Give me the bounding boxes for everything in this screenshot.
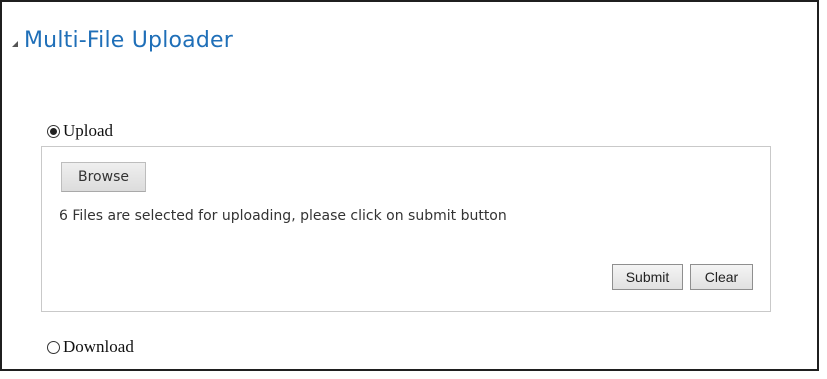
download-radio-option[interactable]: Download — [47, 337, 134, 357]
upload-radio-button[interactable] — [47, 124, 60, 138]
upload-panel: Browse 6 Files are selected for uploadin… — [41, 146, 771, 312]
radio-selected-dot-icon — [50, 127, 57, 135]
browse-button[interactable]: Browse — [61, 162, 146, 192]
clear-button[interactable]: Clear — [690, 264, 753, 290]
download-radio-label[interactable]: Download — [63, 337, 134, 357]
upload-status-text: 6 Files are selected for uploading, plea… — [59, 208, 507, 224]
page-title: Multi-File Uploader — [24, 28, 233, 53]
section-header[interactable]: Multi-File Uploader — [12, 28, 233, 53]
download-radio-button[interactable] — [47, 340, 60, 354]
submit-button[interactable]: Submit — [612, 264, 683, 290]
upload-radio-label[interactable]: Upload — [63, 121, 113, 141]
upload-radio-option[interactable]: Upload — [47, 121, 113, 141]
triangle-expanded-icon[interactable] — [12, 40, 18, 47]
